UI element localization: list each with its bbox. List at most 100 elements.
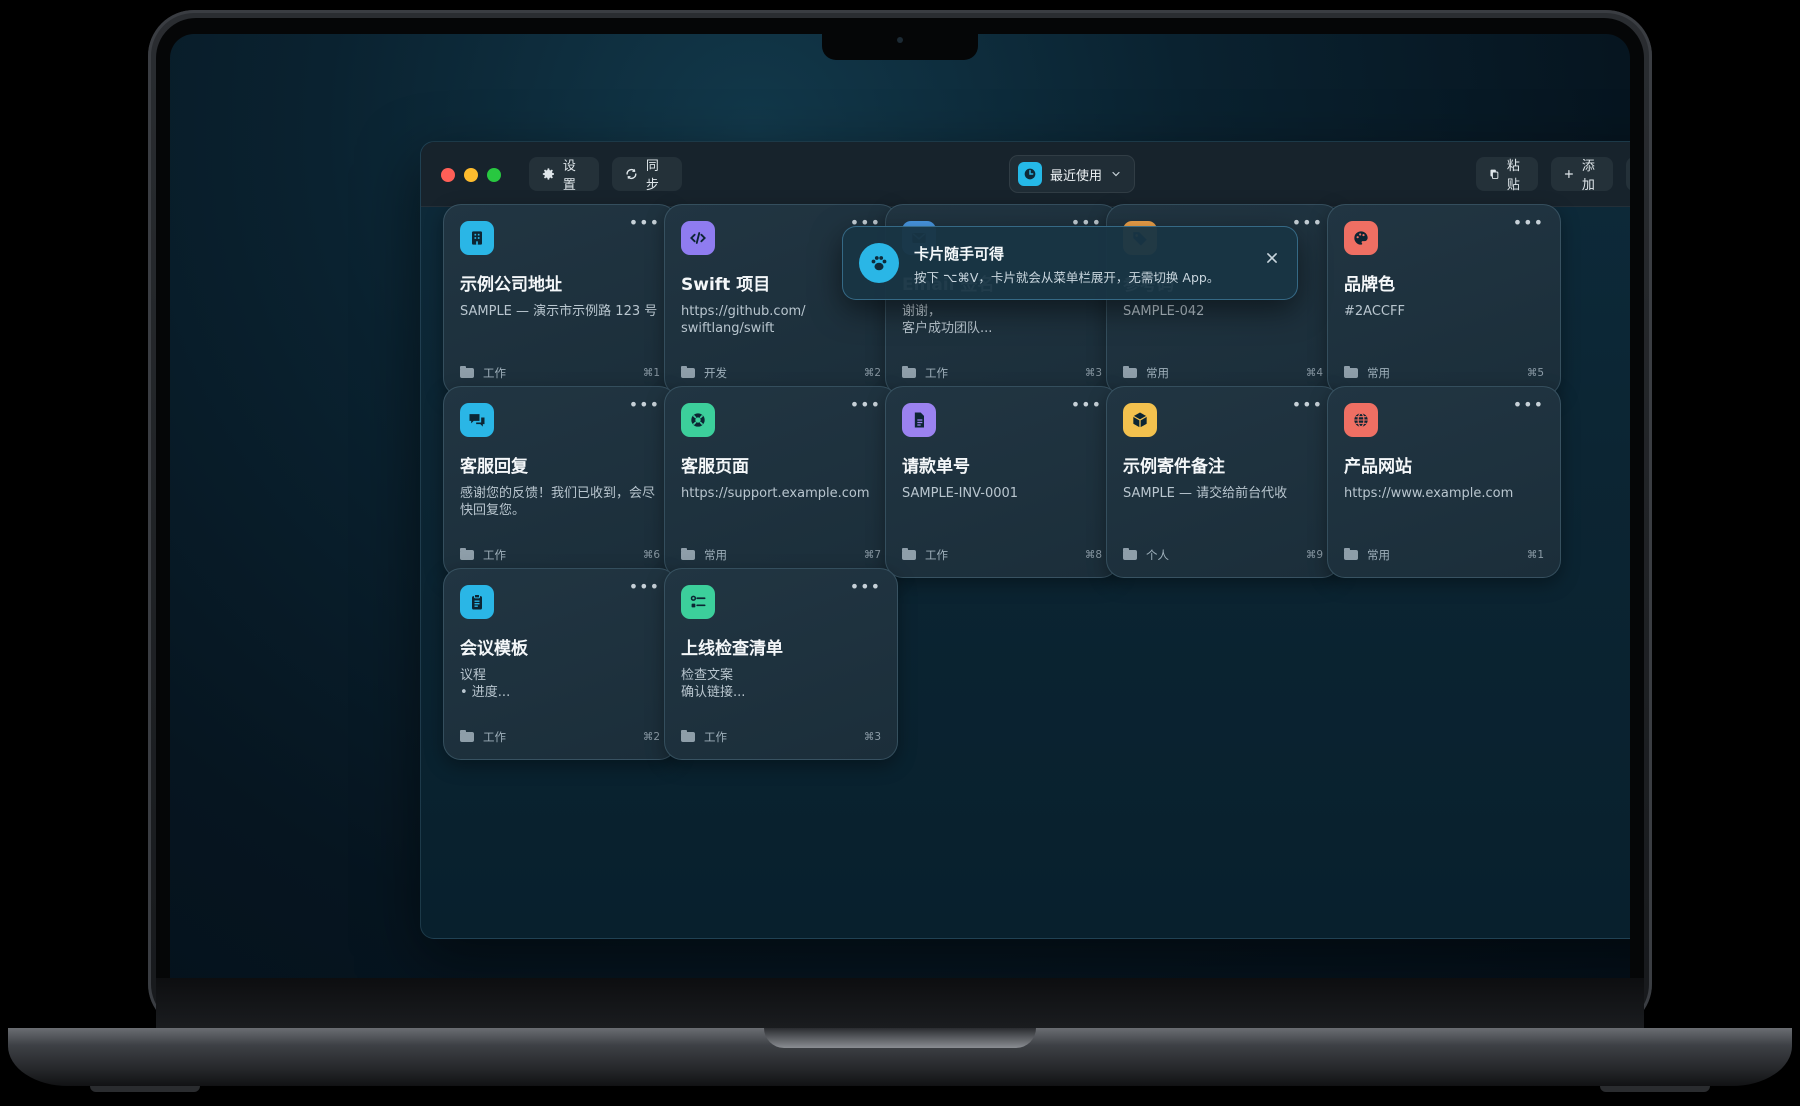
search-button[interactable]: 搜索	[1626, 157, 1630, 191]
card-shortcut: ⌘1	[642, 367, 660, 379]
more-options-icon[interactable]: •••	[850, 395, 881, 414]
settings-button[interactable]: 设置	[529, 157, 599, 193]
card-folder: 工作	[483, 366, 506, 380]
snippet-card[interactable]: ••• 会议模板议程 • 进度... 工作 ⌘2	[443, 568, 677, 760]
card-content: 感谢您的反馈！我们已收到，会尽快回复您。	[460, 486, 656, 518]
more-options-icon[interactable]: •••	[1292, 395, 1323, 414]
recent-label: 最近使用	[1050, 168, 1103, 184]
folder-icon	[902, 548, 916, 560]
folder-icon	[681, 730, 695, 742]
card-folder: 工作	[704, 730, 727, 744]
snippet-card[interactable]: ••• 客服回复感谢您的反馈！我们已收到，会尽快回复您。工作 ⌘6	[443, 386, 677, 578]
card-title: 客服页面	[681, 457, 749, 477]
screen: 设置 同步 最近使用 粘贴 添加 ••• 示例公司地址 SAMPLE — 演示市…	[170, 34, 1630, 978]
card-footer: 常用 ⌘5	[1344, 365, 1544, 381]
app-window: 设置 同步 最近使用 粘贴 添加 ••• 示例公司地址 SAMPLE — 演示市…	[420, 141, 1630, 939]
card-footer: 工作 ⌘6	[460, 547, 660, 563]
snippet-card[interactable]: ••• 客服页面 https://support.example.com 常用 ⌘7	[664, 386, 898, 578]
folder-icon	[681, 366, 695, 378]
card-shortcut: ⌘4	[1305, 367, 1323, 379]
paste-icon	[1490, 169, 1499, 179]
close-icon[interactable]	[1265, 251, 1279, 265]
package-icon	[1123, 403, 1157, 437]
more-options-icon[interactable]: •••	[629, 577, 660, 596]
snippet-card[interactable]: ••• 请款单号 SAMPLE-INV-0001 工作 ⌘8	[885, 386, 1119, 578]
card-content: 谢谢， 客户成功团队...	[902, 304, 993, 336]
settings-label: 设置	[562, 159, 576, 193]
more-options-icon[interactable]: •••	[1513, 213, 1544, 232]
shortcut-toast: 卡片随手可得 按下 ⌥⌘V，卡片就会从菜单栏展开，无需切换 App。	[842, 226, 1298, 300]
folder-icon	[460, 548, 474, 560]
paste-label: 粘贴	[1506, 159, 1520, 193]
chat-bubbles-icon	[460, 403, 494, 437]
card-footer: 工作 ⌘3	[902, 365, 1102, 381]
card-shortcut: ⌘7	[863, 549, 881, 561]
more-options-icon[interactable]: •••	[1292, 213, 1323, 232]
lifebuoy-icon	[681, 403, 715, 437]
card-shortcut: ⌘3	[863, 731, 881, 743]
code-icon	[681, 221, 715, 255]
more-options-icon[interactable]: •••	[1071, 395, 1102, 414]
clipboard-icon	[460, 585, 494, 619]
card-footer: 常用 ⌘7	[681, 547, 881, 563]
folder-icon	[1344, 548, 1358, 560]
snippet-card[interactable]: ••• 品牌色 #2ACCFF 常用 ⌘5	[1327, 204, 1561, 396]
toast-message: 按下 ⌥⌘V，卡片就会从菜单栏展开，无需切换 App。	[914, 270, 1220, 285]
card-shortcut: ⌘9	[1305, 549, 1323, 561]
more-options-icon[interactable]: •••	[1513, 395, 1544, 414]
card-shortcut: ⌘6	[642, 549, 660, 561]
snippet-card[interactable]: ••• 产品网站 https://www.example.com 常用 ⌘1	[1327, 386, 1561, 578]
sync-icon	[626, 168, 637, 180]
folder-icon	[1123, 548, 1137, 560]
card-title: 产品网站	[1344, 457, 1412, 477]
add-button[interactable]: 添加	[1551, 157, 1613, 193]
more-options-icon[interactable]: •••	[629, 213, 660, 232]
snippet-card[interactable]: ••• 示例公司地址 SAMPLE — 演示市示例路 123 号工作 ⌘1	[443, 204, 677, 396]
document-icon	[902, 403, 936, 437]
more-options-icon[interactable]: •••	[850, 577, 881, 596]
card-shortcut: ⌘1	[1526, 549, 1544, 561]
more-options-icon[interactable]: •••	[629, 395, 660, 414]
card-title: 示例公司地址	[460, 275, 562, 295]
card-title: 示例寄件备注	[1123, 457, 1225, 477]
folder-icon	[681, 548, 695, 560]
card-folder: 工作	[925, 366, 948, 380]
card-folder: 常用	[704, 548, 727, 562]
card-folder: 开发	[704, 366, 727, 380]
chevron-down-icon	[1112, 171, 1120, 177]
zoom-window-button[interactable]	[487, 168, 501, 182]
card-footer: 工作 ⌘8	[902, 547, 1102, 563]
card-content: 议程 • 进度...	[460, 668, 511, 700]
minimize-window-button[interactable]	[464, 168, 478, 182]
snippet-card[interactable]: ••• 示例寄件备注 SAMPLE — 请交给前台代收 个人 ⌘9	[1106, 386, 1340, 578]
palette-icon	[1344, 221, 1378, 255]
folder-icon	[1344, 366, 1358, 378]
sync-button[interactable]: 同步	[612, 157, 682, 193]
recent-dropdown[interactable]: 最近使用	[1009, 155, 1135, 193]
laptop-chin	[156, 978, 1644, 1028]
card-footer: 工作 ⌘2	[460, 729, 660, 745]
card-content: SAMPLE-042	[1123, 304, 1205, 319]
card-title: 客服回复	[460, 457, 528, 477]
card-footer: 常用 ⌘1	[1344, 547, 1544, 563]
snippet-card[interactable]: ••• 上线检查清单 检查文案 确认链接... 工作 ⌘3	[664, 568, 898, 760]
checklist-icon	[681, 585, 715, 619]
laptop-opening-notch	[764, 1028, 1036, 1048]
card-content: https://github.com/ swiftlang/swift	[681, 304, 806, 336]
laptop-foot	[1600, 1086, 1710, 1092]
gear-icon	[542, 168, 555, 180]
folder-icon	[460, 730, 474, 742]
close-window-button[interactable]	[441, 168, 455, 182]
card-folder: 工作	[483, 548, 506, 562]
card-folder: 常用	[1367, 366, 1390, 380]
plus-icon	[1564, 169, 1573, 179]
card-footer: 常用 ⌘4	[1123, 365, 1323, 381]
paste-button[interactable]: 粘贴	[1476, 157, 1538, 193]
paw-icon	[859, 243, 899, 283]
card-content: https://support.example.com	[681, 486, 870, 501]
card-shortcut: ⌘2	[863, 367, 881, 379]
card-title: 会议模板	[460, 639, 528, 659]
add-label: 添加	[1581, 159, 1595, 193]
card-content: https://www.example.com	[1344, 486, 1514, 501]
building-icon	[460, 221, 494, 255]
